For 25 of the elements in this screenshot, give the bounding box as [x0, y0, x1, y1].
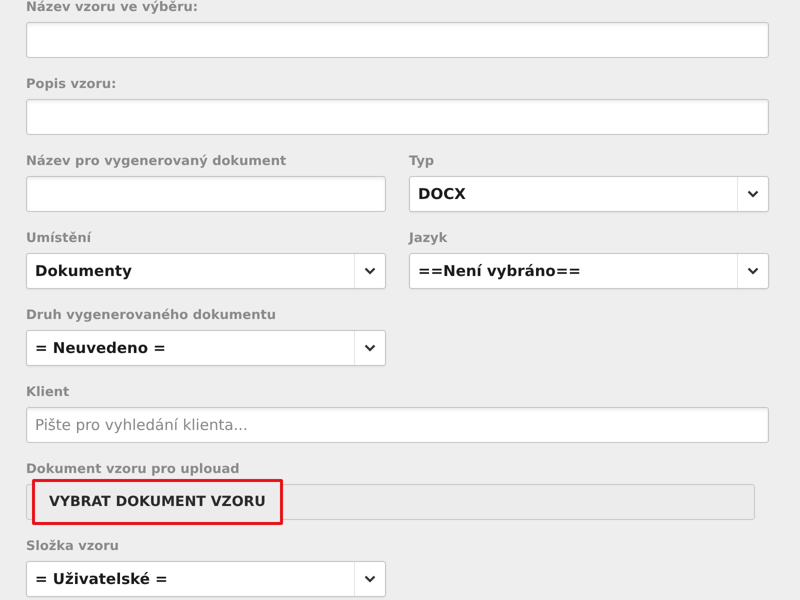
field-label: Klient	[26, 385, 70, 401]
choose-file-button[interactable]: VYBRAT DOKUMENT VZORU	[32, 479, 283, 525]
field-label: Název vzoru ve výběru:	[26, 0, 199, 16]
text-field[interactable]	[26, 176, 386, 212]
text-field[interactable]: Pište pro vyhledání klienta...	[26, 407, 769, 443]
dropdown[interactable]: ==Není vybráno==	[409, 253, 769, 289]
chevron-down-icon	[364, 575, 376, 583]
field-label: Dokument vzoru pro uplouad	[26, 462, 241, 478]
field-label: Složka vzoru	[26, 539, 120, 555]
field-label: Druh vygenerovaného dokumentu	[26, 308, 277, 324]
dropdown[interactable]: = Uživatelské =	[26, 561, 386, 597]
chevron-down-icon	[364, 344, 376, 352]
text-field[interactable]	[26, 99, 769, 135]
chevron-down-icon	[364, 267, 376, 275]
text-field[interactable]	[26, 22, 769, 58]
field-label: Jazyk	[409, 231, 448, 247]
field-label: Název pro vygenerovaný dokument	[26, 154, 288, 170]
chevron-down-icon	[747, 267, 759, 275]
field-label: Popis vzoru:	[26, 77, 118, 93]
dropdown[interactable]: DOCX	[409, 176, 769, 212]
dropdown[interactable]: = Neuvedeno =	[26, 330, 386, 366]
field-label: Umístění	[26, 231, 92, 247]
chevron-down-icon	[747, 190, 759, 198]
dropdown[interactable]: Dokumenty	[26, 253, 386, 289]
field-label: Typ	[409, 154, 436, 170]
